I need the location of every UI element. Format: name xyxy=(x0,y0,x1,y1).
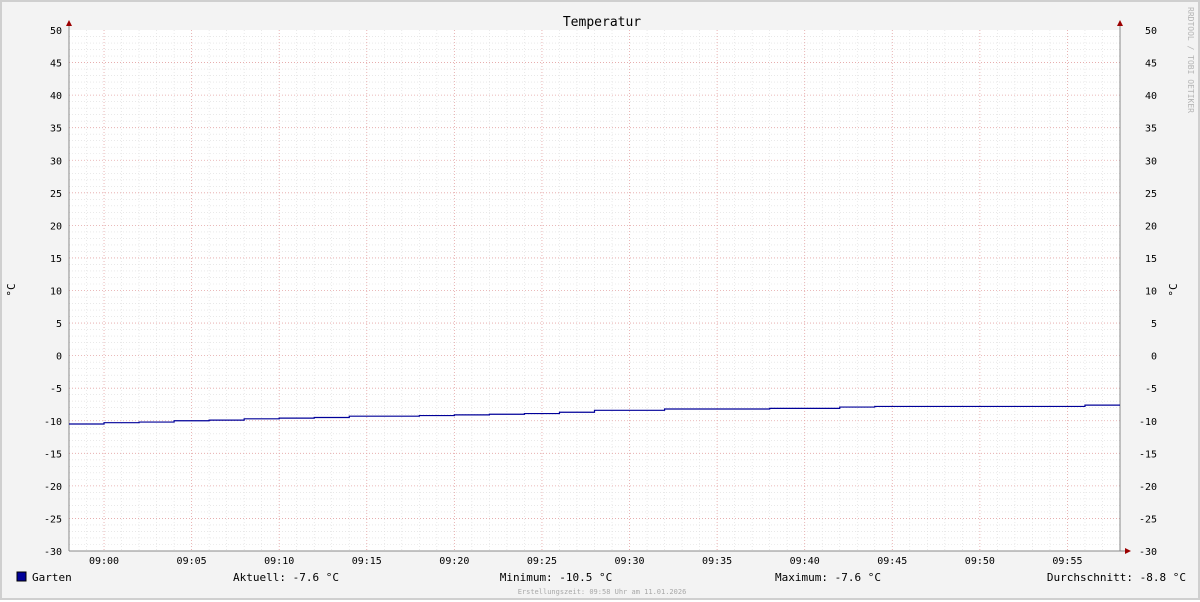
x-tick-label: 09:35 xyxy=(702,556,732,567)
chart-title: Temperatur xyxy=(563,15,641,30)
y-tick-label: -20 xyxy=(44,482,62,493)
y-axis-label-left: °C xyxy=(5,283,18,296)
y-tick-label: -30 xyxy=(44,547,62,558)
x-tick-label: 09:30 xyxy=(614,556,644,567)
y-tick-label-right: 15 xyxy=(1145,254,1157,265)
legend-minimum: Minimum: -10.5 °C xyxy=(500,571,613,584)
x-tick-labels: 09:00 09:05 09:10 09:15 09:20 09:25 09:30 09:35… xyxy=(89,556,1083,567)
legend-average: Durchschnitt: -8.8 °C xyxy=(1047,571,1186,584)
x-tick-label: 09:25 xyxy=(527,556,557,567)
y-tick-label-right: -10 xyxy=(1139,417,1157,428)
y-tick-labels-left: 50454035302520151050-5-10-15-20-25-30 xyxy=(44,26,62,558)
y-axis-label-right: °C xyxy=(1167,283,1180,296)
x-tick-label: 09:40 xyxy=(790,556,820,567)
watermark: RRDTOOL / TOBI OETIKER xyxy=(1186,7,1195,113)
y-tick-label-right: 30 xyxy=(1145,156,1157,167)
legend-maximum: Maximum: -7.6 °C xyxy=(775,571,881,584)
footer-timestamp: Erstellungszeit: 09:58 Uhr am 11.01.2026 xyxy=(518,588,687,596)
y-tick-label: 40 xyxy=(50,91,62,102)
legend-swatch xyxy=(16,571,27,582)
x-tick-label: 09:20 xyxy=(439,556,469,567)
y-tick-label: 15 xyxy=(50,254,62,265)
x-tick-label: 09:50 xyxy=(965,556,995,567)
y-tick-label: -5 xyxy=(50,384,62,395)
y-axis-arrow-left xyxy=(66,20,72,26)
y-tick-label: -25 xyxy=(44,514,62,525)
y-tick-label-right: 50 xyxy=(1145,26,1157,37)
y-tick-label-right: -15 xyxy=(1139,449,1157,460)
y-tick-label-right: -30 xyxy=(1139,547,1157,558)
y-tick-label-right: 35 xyxy=(1145,124,1157,135)
y-tick-label-right: 0 xyxy=(1151,352,1157,363)
y-axis-arrow-right xyxy=(1117,20,1123,26)
x-tick-label: 09:55 xyxy=(1052,556,1082,567)
x-tick-label: 09:10 xyxy=(264,556,294,567)
y-tick-label: 10 xyxy=(50,287,62,298)
legend-current: Aktuell: -7.6 °C xyxy=(233,571,339,584)
x-tick-label: 09:45 xyxy=(877,556,907,567)
y-tick-label: 35 xyxy=(50,124,62,135)
y-tick-label-right: 20 xyxy=(1145,221,1157,232)
y-tick-label-right: 10 xyxy=(1145,287,1157,298)
y-tick-label-right: 40 xyxy=(1145,91,1157,102)
y-tick-label-right: -20 xyxy=(1139,482,1157,493)
x-tick-label: 09:05 xyxy=(177,556,207,567)
y-tick-label-right: -25 xyxy=(1139,514,1157,525)
x-tick-label: 09:15 xyxy=(352,556,382,567)
y-tick-label: 0 xyxy=(56,352,62,363)
y-tick-label: 45 xyxy=(50,59,62,70)
x-axis-arrow xyxy=(1125,548,1131,554)
y-tick-label: -15 xyxy=(44,449,62,460)
y-tick-label: -10 xyxy=(44,417,62,428)
y-tick-label: 30 xyxy=(50,156,62,167)
x-tick-label: 09:00 xyxy=(89,556,119,567)
rrd-graph: 50 45 40 35 30 25 20 15 10 5 0 -5 -10 -15 -20 -25 -30 50… xyxy=(0,0,1200,600)
y-tick-label-right: 45 xyxy=(1145,59,1157,70)
y-tick-labels-right: 50454035302520151050-5-10-15-20-25-30 xyxy=(1139,26,1157,558)
temperature-chart: 50454035302520151050-5-10-15-20-25-30 50… xyxy=(5,7,1195,596)
y-tick-label: 25 xyxy=(50,189,62,200)
y-tick-label: 50 xyxy=(50,26,62,37)
y-tick-label: 5 xyxy=(56,319,62,330)
y-tick-label-right: 5 xyxy=(1151,319,1157,330)
y-tick-label-right: 25 xyxy=(1145,189,1157,200)
y-tick-label-right: -5 xyxy=(1145,384,1157,395)
legend-series-name: Garten xyxy=(32,571,72,584)
y-tick-label: 20 xyxy=(50,221,62,232)
